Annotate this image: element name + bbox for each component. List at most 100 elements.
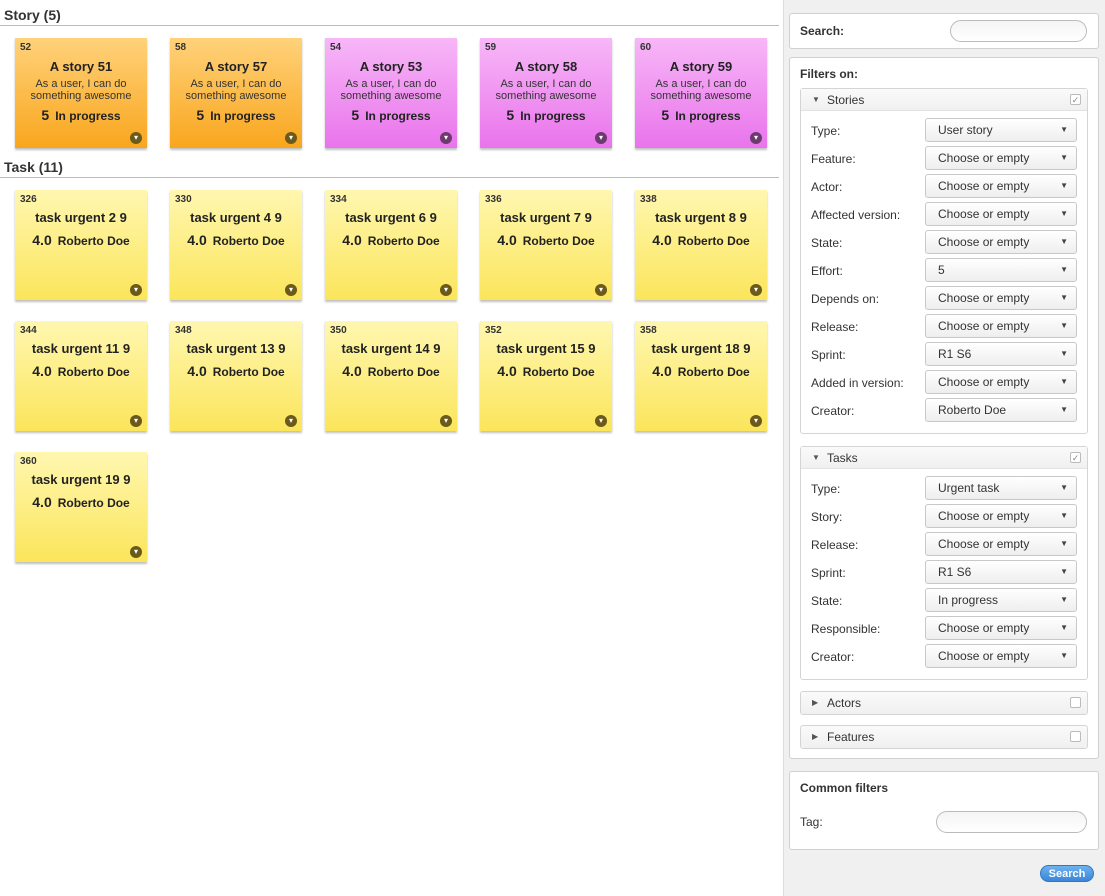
task-card[interactable]: 360 task urgent 19 9 4.0 Roberto Doe ▾ xyxy=(15,452,147,562)
filter-select-value: In progress xyxy=(938,593,999,607)
caret-down-icon: ▼ xyxy=(1060,209,1068,218)
filter-row: Actor: Choose or empty ▼ xyxy=(811,174,1079,198)
panel-header[interactable]: ▼ Stories ✓ xyxy=(801,89,1087,111)
filter-label: Creator: xyxy=(811,404,855,418)
filter-select[interactable]: R1 S6 ▼ xyxy=(925,560,1077,584)
filter-row: Sprint: R1 S6 ▼ xyxy=(811,342,1079,366)
filter-row: Release: Choose or empty ▼ xyxy=(811,532,1079,556)
story-card-description: As a user, I can do something awesome xyxy=(30,78,132,102)
filter-select[interactable]: In progress ▼ xyxy=(925,588,1077,612)
task-card-meta: 4.0 Roberto Doe xyxy=(480,232,612,248)
search-button[interactable]: Search xyxy=(1040,865,1094,882)
story-card-title: A story 59 xyxy=(669,59,733,74)
task-card[interactable]: 350 task urgent 14 9 4.0 Roberto Doe ▾ xyxy=(325,321,457,431)
filter-select[interactable]: Choose or empty ▼ xyxy=(925,230,1077,254)
tag-input[interactable] xyxy=(936,811,1087,833)
filter-select[interactable]: Choose or empty ▼ xyxy=(925,532,1077,556)
chevron-circle-down-icon[interactable]: ▾ xyxy=(440,284,452,296)
actors-filter-panel: ▶ Actors xyxy=(800,691,1088,715)
chevron-circle-down-icon[interactable]: ▾ xyxy=(285,132,297,144)
filter-select[interactable]: Choose or empty ▼ xyxy=(925,286,1077,310)
caret-down-icon: ▼ xyxy=(1060,483,1068,492)
story-card[interactable]: 52 A story 51 As a user, I can do somethin… xyxy=(15,38,147,148)
filter-select[interactable]: Choose or empty ▼ xyxy=(925,146,1077,170)
filter-select[interactable]: Choose or empty ▼ xyxy=(925,370,1077,394)
task-card-title: task urgent 18 9 xyxy=(651,341,751,356)
filter-select[interactable]: Roberto Doe ▼ xyxy=(925,398,1077,422)
story-card-meta: 5 In progress xyxy=(480,107,612,123)
filters-label: Filters on: xyxy=(800,67,859,81)
chevron-circle-down-icon[interactable]: ▾ xyxy=(595,415,607,427)
filter-select[interactable]: Urgent task ▼ xyxy=(925,476,1077,500)
filter-select[interactable]: Choose or empty ▼ xyxy=(925,504,1077,528)
chevron-circle-down-icon[interactable]: ▾ xyxy=(595,132,607,144)
chevron-circle-down-icon[interactable]: ▾ xyxy=(285,415,297,427)
task-card-id: 334 xyxy=(330,194,347,205)
task-card-estimate: 4.0 xyxy=(652,232,672,248)
task-card[interactable]: 358 task urgent 18 9 4.0 Roberto Doe ▾ xyxy=(635,321,767,431)
panel-enable-checkbox[interactable]: ✓ xyxy=(1070,452,1081,463)
task-card-estimate: 4.0 xyxy=(342,363,362,379)
story-card-effort: 5 xyxy=(351,107,360,123)
filter-row: Story: Choose or empty ▼ xyxy=(811,504,1079,528)
story-card-title: A story 53 xyxy=(359,59,423,74)
chevron-circle-down-icon[interactable]: ▾ xyxy=(440,132,452,144)
panel-enable-checkbox[interactable]: ✓ xyxy=(1070,94,1081,105)
task-card[interactable]: 338 task urgent 8 9 4.0 Roberto Doe ▾ xyxy=(635,190,767,300)
filter-select[interactable]: Choose or empty ▼ xyxy=(925,644,1077,668)
task-card[interactable]: 348 task urgent 13 9 4.0 Roberto Doe ▾ xyxy=(170,321,302,431)
task-card-estimate: 4.0 xyxy=(187,232,207,248)
story-card-meta: 5 In progress xyxy=(325,107,457,123)
chevron-circle-down-icon[interactable]: ▾ xyxy=(440,415,452,427)
triangle-right-icon: ▶ xyxy=(812,732,819,741)
task-card-meta: 4.0 Roberto Doe xyxy=(15,494,147,510)
filter-select[interactable]: Choose or empty ▼ xyxy=(925,616,1077,640)
triangle-down-icon: ▼ xyxy=(812,453,820,462)
story-section-title: Story (5) xyxy=(4,7,61,23)
panel-enable-checkbox[interactable] xyxy=(1070,731,1081,742)
filter-select[interactable]: Choose or empty ▼ xyxy=(925,314,1077,338)
chevron-circle-down-icon[interactable]: ▾ xyxy=(130,284,142,296)
chevron-circle-down-icon[interactable]: ▾ xyxy=(595,284,607,296)
panel-enable-checkbox[interactable] xyxy=(1070,697,1081,708)
search-input[interactable] xyxy=(950,20,1087,42)
chevron-circle-down-icon[interactable]: ▾ xyxy=(750,132,762,144)
panel-header[interactable]: ▶ Features xyxy=(801,726,1087,748)
story-card[interactable]: 54 A story 53 As a user, I can do somethin… xyxy=(325,38,457,148)
task-card[interactable]: 344 task urgent 11 9 4.0 Roberto Doe ▾ xyxy=(15,321,147,431)
story-card-state: In progress xyxy=(520,109,586,123)
task-card-estimate: 4.0 xyxy=(32,232,52,248)
task-card-estimate: 4.0 xyxy=(32,363,52,379)
story-card-meta: 5 In progress xyxy=(15,107,147,123)
task-card[interactable]: 330 task urgent 4 9 4.0 Roberto Doe ▾ xyxy=(170,190,302,300)
chevron-circle-down-icon[interactable]: ▾ xyxy=(750,284,762,296)
task-card-responsible: Roberto Doe xyxy=(367,234,440,248)
filter-label: Responsible: xyxy=(811,622,881,636)
chevron-circle-down-icon[interactable]: ▾ xyxy=(130,132,142,144)
story-card[interactable]: 60 A story 59 As a user, I can do somethin… xyxy=(635,38,767,148)
filter-select[interactable]: User story ▼ xyxy=(925,118,1077,142)
panel-header[interactable]: ▼ Tasks ✓ xyxy=(801,447,1087,469)
task-card[interactable]: 336 task urgent 7 9 4.0 Roberto Doe ▾ xyxy=(480,190,612,300)
caret-down-icon: ▼ xyxy=(1060,153,1068,162)
chevron-circle-down-icon[interactable]: ▾ xyxy=(130,415,142,427)
task-card[interactable]: 334 task urgent 6 9 4.0 Roberto Doe ▾ xyxy=(325,190,457,300)
filter-select[interactable]: Choose or empty ▼ xyxy=(925,202,1077,226)
task-card[interactable]: 326 task urgent 2 9 4.0 Roberto Doe ▾ xyxy=(15,190,147,300)
story-card-effort: 5 xyxy=(41,107,50,123)
chevron-circle-down-icon[interactable]: ▾ xyxy=(285,284,297,296)
filter-select[interactable]: Choose or empty ▼ xyxy=(925,174,1077,198)
filter-select[interactable]: 5 ▼ xyxy=(925,258,1077,282)
story-card[interactable]: 58 A story 57 As a user, I can do somethin… xyxy=(170,38,302,148)
task-card-responsible: Roberto Doe xyxy=(522,234,595,248)
task-card[interactable]: 352 task urgent 15 9 4.0 Roberto Doe ▾ xyxy=(480,321,612,431)
task-section-title: Task (11) xyxy=(4,159,63,175)
task-card-responsible: Roberto Doe xyxy=(677,234,750,248)
caret-down-icon: ▼ xyxy=(1060,595,1068,604)
panel-header[interactable]: ▶ Actors xyxy=(801,692,1087,714)
story-card[interactable]: 59 A story 58 As a user, I can do somethin… xyxy=(480,38,612,148)
chevron-circle-down-icon[interactable]: ▾ xyxy=(750,415,762,427)
filter-select[interactable]: R1 S6 ▼ xyxy=(925,342,1077,366)
filter-row: Release: Choose or empty ▼ xyxy=(811,314,1079,338)
chevron-circle-down-icon[interactable]: ▾ xyxy=(130,546,142,558)
